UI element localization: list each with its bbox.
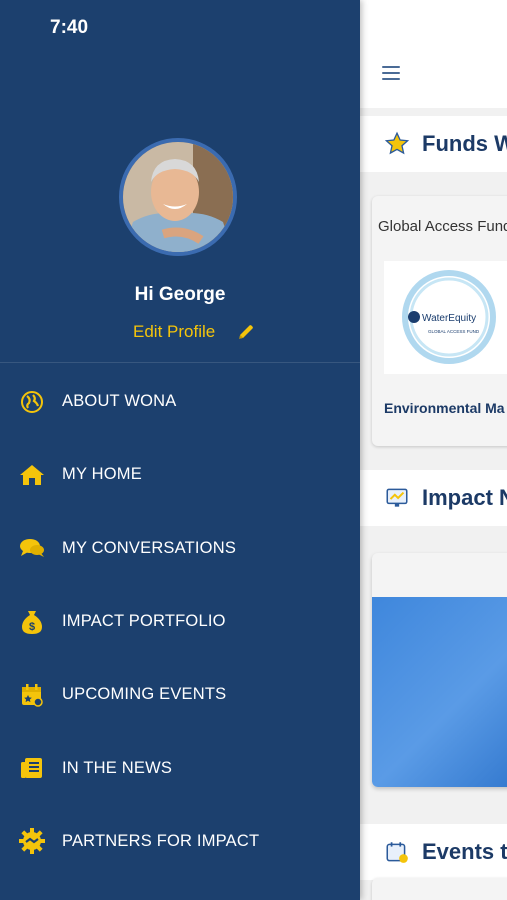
svg-text:$: $ xyxy=(29,621,35,633)
impact-section-header: Impact N xyxy=(360,470,507,526)
events-section-title: Events to xyxy=(422,839,507,864)
pencil-icon xyxy=(239,325,254,339)
navigation-drawer: 7:40 Hi George Edit Profile ABOUT WONA M… xyxy=(0,0,360,900)
profile-avatar[interactable] xyxy=(119,138,237,256)
money-bag-icon: $ xyxy=(19,609,45,635)
menu-item-my-conversations[interactable]: MY CONVERSATIONS xyxy=(0,512,360,585)
gear-handshake-icon xyxy=(19,828,45,855)
menu-item-impact-portfolio[interactable]: $ IMPACT PORTFOLIO xyxy=(0,585,360,658)
calendar-icon xyxy=(19,682,45,708)
main-top-bar xyxy=(360,0,507,108)
status-bar-time: 7:40 xyxy=(50,17,89,38)
menu-item-label: IMPACT PORTFOLIO xyxy=(62,612,226,631)
menu-item-partners-for-impact[interactable]: PARTNERS FOR IMPACT xyxy=(0,805,360,878)
fund-card-subtitle: Environmental Ma xyxy=(384,400,505,416)
events-section-header: Events to xyxy=(360,824,507,880)
edit-profile-label: Edit Profile xyxy=(133,322,216,341)
menu-item-label: ABOUT WONA xyxy=(62,392,177,411)
funds-section-header: Funds Wa xyxy=(360,116,507,172)
main-content: Funds Wa Global Access Fund WaterEquity … xyxy=(360,0,507,900)
event-card[interactable] xyxy=(372,878,507,900)
newspaper-icon xyxy=(19,755,45,781)
menu-item-label: MY HOME xyxy=(62,465,142,484)
svg-text:WaterEquity: WaterEquity xyxy=(422,313,476,324)
menu-item-label: IN THE NEWS xyxy=(62,758,173,777)
hamburger-menu-icon[interactable] xyxy=(382,66,400,80)
calendar-check-icon xyxy=(386,842,408,863)
fund-card-title: Global Access Fund xyxy=(378,218,507,235)
funds-section-title: Funds Wa xyxy=(422,131,507,156)
home-icon xyxy=(19,462,45,488)
fund-logo: WaterEquity GLOBAL ACCESS FUND xyxy=(384,261,507,374)
drawer-divider xyxy=(0,362,360,363)
impact-news-image xyxy=(372,597,507,787)
star-icon xyxy=(384,131,410,155)
fund-card[interactable]: Global Access Fund WaterEquity GLOBAL AC… xyxy=(372,196,507,446)
menu-item-label: UPCOMING EVENTS xyxy=(62,685,227,704)
drawer-menu: ABOUT WONA MY HOME MY CONVERSATIONS $ IM… xyxy=(0,365,360,878)
edit-profile-link[interactable]: Edit Profile xyxy=(133,322,255,342)
impact-section-title: Impact N xyxy=(422,485,507,510)
chat-bubbles-icon xyxy=(19,535,45,561)
monitor-chart-icon xyxy=(386,488,408,507)
menu-item-my-home[interactable]: MY HOME xyxy=(0,438,360,511)
impact-news-card[interactable] xyxy=(372,553,507,787)
menu-item-about-wona[interactable]: ABOUT WONA xyxy=(0,365,360,438)
menu-item-upcoming-events[interactable]: UPCOMING EVENTS xyxy=(0,658,360,731)
menu-item-label: PARTNERS FOR IMPACT xyxy=(62,831,260,850)
menu-item-label: MY CONVERSATIONS xyxy=(62,538,237,557)
svg-text:GLOBAL ACCESS FUND: GLOBAL ACCESS FUND xyxy=(428,329,480,334)
menu-item-in-the-news[interactable]: IN THE NEWS xyxy=(0,731,360,804)
profile-greeting: Hi George xyxy=(134,284,226,305)
globe-icon xyxy=(19,389,45,415)
